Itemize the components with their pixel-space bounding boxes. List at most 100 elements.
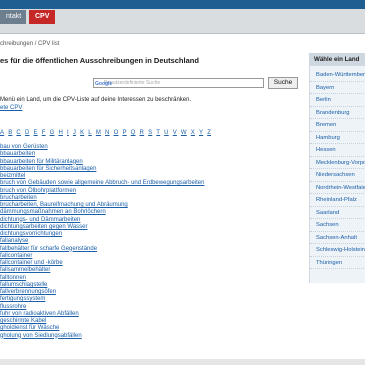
list-item: fertigungssystem bbox=[0, 296, 305, 303]
cpv-item-link[interactable]: bbauarbeiten für Militäranlagen bbox=[0, 159, 83, 165]
alphabet-letter-m[interactable]: M bbox=[96, 130, 101, 136]
cpv-item-link[interactable]: fallumschlagstelle bbox=[0, 282, 47, 288]
cpv-item-link[interactable]: fuhr von radioaktiven Abfällen bbox=[0, 311, 79, 317]
alphabet-letter-c[interactable]: C bbox=[16, 130, 21, 136]
sidebar-item-sachsen[interactable]: Sachsen bbox=[310, 219, 365, 232]
cpv-item-link[interactable]: dämmungsmaßnahmen an Bohrlöchern bbox=[0, 209, 106, 215]
cpv-item-link[interactable]: geschirmte Kabel bbox=[0, 318, 46, 324]
breadcrumb: chreibungen / CPV list bbox=[0, 41, 60, 47]
alphabet-index: ABCDEFGHIJKLMNOPQRSTUVWXYZ bbox=[0, 130, 215, 136]
alphabet-letter-z[interactable]: Z bbox=[207, 130, 211, 136]
sidebar-item-niedersachsen[interactable]: Niedersachsen bbox=[310, 169, 365, 182]
list-item: fallbehälter für scharfe Gegenstände bbox=[0, 246, 305, 253]
list-item: fallcontainer und -körbe bbox=[0, 260, 305, 267]
sidebar-item-baden-w-rttemberg[interactable]: Baden-Württemberg bbox=[310, 69, 365, 82]
list-item: dämmungsmaßnahmen an Bohrlöchern bbox=[0, 209, 305, 216]
alphabet-letter-b[interactable]: B bbox=[8, 130, 12, 136]
alphabet-letter-l[interactable]: L bbox=[88, 130, 92, 136]
tab-cpv[interactable]: CPV bbox=[29, 10, 55, 24]
sidebar-item-bayern[interactable]: Bayern bbox=[310, 82, 365, 94]
cpv-item-link[interactable]: dichtungsarbeiten gegen Wasser bbox=[0, 224, 88, 230]
alphabet-letter-e[interactable]: E bbox=[34, 130, 38, 136]
list-item: flussrohre bbox=[0, 304, 305, 311]
alphabet-letter-r[interactable]: R bbox=[140, 130, 145, 136]
sidebar-item-brandenburg[interactable]: Brandenburg bbox=[310, 107, 365, 119]
cpv-item-link[interactable]: fallanalyse bbox=[0, 238, 28, 244]
cpv-item-link[interactable]: brucharbeiten bbox=[0, 195, 37, 201]
sidebar-item-bremen[interactable]: Bremen bbox=[310, 119, 365, 132]
alphabet-letter-p[interactable]: P bbox=[122, 130, 126, 136]
cpv-item-link[interactable]: fertigungssystem bbox=[0, 296, 45, 302]
tab-kontakt[interactable]: ntakt bbox=[0, 10, 26, 24]
cpv-item-link[interactable]: bbauarbeiten für Sicherheitsanlagen bbox=[0, 166, 96, 172]
list-item: bruch von Gebäuden sowie allgemeine Abbr… bbox=[0, 180, 305, 187]
list-item: dichtungs- und Dämmarbeiten bbox=[0, 217, 305, 224]
cpv-item-link[interactable]: fallbehälter für scharfe Gegenstände bbox=[0, 246, 97, 252]
sidebar-item-schleswig-holstein[interactable]: Schleswig-Holstein bbox=[310, 244, 365, 257]
list-item: fallumschlagstelle bbox=[0, 282, 305, 289]
sidebar-item-mecklenburg-vorpommern[interactable]: Mecklenburg-Vorpommern bbox=[310, 157, 365, 169]
cpv-item-link[interactable]: brucharbeiten, Baureifmachung und Abräum… bbox=[0, 202, 128, 208]
alphabet-letter-k[interactable]: K bbox=[80, 130, 84, 136]
list-item: fallanalyse bbox=[0, 238, 305, 245]
sidebar-item-hessen[interactable]: Hessen bbox=[310, 144, 365, 157]
intro-text: Menü ein Land, um die CPV-Liste auf dein… bbox=[0, 96, 191, 112]
google-logo-icon: Google bbox=[95, 81, 113, 87]
alphabet-letter-i[interactable]: I bbox=[67, 130, 69, 136]
alphabet-letter-t[interactable]: T bbox=[156, 130, 160, 136]
cpv-item-link[interactable]: dichtungs- und Dämmarbeiten bbox=[0, 217, 80, 223]
alphabet-letter-v[interactable]: V bbox=[173, 130, 177, 136]
search-button[interactable]: Suche bbox=[268, 77, 298, 89]
cpv-item-link[interactable]: bau von Gerüsten bbox=[0, 144, 48, 150]
complete-cpv-link[interactable]: ete CPV bbox=[0, 104, 191, 112]
horizontal-scrollbar[interactable] bbox=[0, 359, 365, 365]
alphabet-letter-u[interactable]: U bbox=[164, 130, 169, 136]
search-input[interactable]: Google Benutzerdefinierte Suche bbox=[93, 78, 264, 88]
cpv-item-link[interactable]: fallverbrennungsöfen bbox=[0, 289, 56, 295]
search-placeholder: Benutzerdefinierte Suche bbox=[104, 80, 161, 86]
sidebar-item-nordrhein-westfalen[interactable]: Nordrhein-Westfalen bbox=[310, 182, 365, 194]
cpv-list: bau von Gerüsten bbauarbeiten bbauarbeiten… bbox=[0, 144, 305, 340]
list-item: gholung von Siedlungsabfällen bbox=[0, 333, 305, 340]
cpv-item-link[interactable]: dichtungsvorrichtungen bbox=[0, 231, 62, 237]
alphabet-letter-f[interactable]: F bbox=[42, 130, 46, 136]
cpv-item-link[interactable]: bbauarbeiten bbox=[0, 151, 35, 157]
alphabet-letter-a[interactable]: A bbox=[0, 130, 4, 136]
sidebar-item-th-ringen[interactable]: Thüringen bbox=[310, 257, 365, 269]
sidebar-item-saarland[interactable]: Saarland bbox=[310, 207, 365, 219]
alphabet-letter-y[interactable]: Y bbox=[199, 130, 203, 136]
list-item: dichtungsarbeiten gegen Wasser bbox=[0, 224, 305, 231]
alphabet-letter-o[interactable]: O bbox=[114, 130, 119, 136]
cpv-item-link[interactable]: fallsammelbehälter bbox=[0, 267, 50, 273]
alphabet-letter-h[interactable]: H bbox=[58, 130, 63, 136]
country-sidebar: Wähle ein Land Baden-Württemberg Bayern Be… bbox=[309, 53, 365, 283]
cpv-item-link[interactable]: gholung von Siedlungsabfällen bbox=[0, 333, 82, 339]
alphabet-letter-n[interactable]: N bbox=[105, 130, 110, 136]
top-bar bbox=[0, 0, 365, 9]
alphabet-letter-s[interactable]: S bbox=[148, 130, 152, 136]
list-item: dichtungsvorrichtungen bbox=[0, 231, 305, 238]
list-item: falltonnen bbox=[0, 275, 305, 282]
sidebar-item-sachsen-anhalt[interactable]: Sachsen-Anhalt bbox=[310, 232, 365, 244]
alphabet-letter-j[interactable]: J bbox=[73, 130, 76, 136]
alphabet-letter-x[interactable]: X bbox=[191, 130, 195, 136]
list-item: fallverbrennungsöfen bbox=[0, 289, 305, 296]
list-item: bruch von Ölbohrplattformen bbox=[0, 188, 305, 195]
alphabet-letter-q[interactable]: Q bbox=[131, 130, 136, 136]
alphabet-letter-w[interactable]: W bbox=[181, 130, 187, 136]
list-item: geschirmte Kabel bbox=[0, 318, 305, 325]
cpv-item-link[interactable]: bruch von Gebäuden sowie allgemeine Abbr… bbox=[0, 180, 204, 186]
alphabet-letter-d[interactable]: D bbox=[25, 130, 30, 136]
sidebar-item-rheinland-pfalz[interactable]: Rheinland-Pfalz bbox=[310, 194, 365, 207]
cpv-item-link[interactable]: fallcontainer und -körbe bbox=[0, 260, 63, 266]
cpv-item-link[interactable]: bruch von Ölbohrplattformen bbox=[0, 188, 76, 194]
sidebar-item-berlin[interactable]: Berlin bbox=[310, 94, 365, 107]
cpv-item-link[interactable]: beizmittel bbox=[0, 173, 25, 179]
cpv-item-link[interactable]: falltonnen bbox=[0, 275, 26, 281]
sidebar-item-hamburg[interactable]: Hamburg bbox=[310, 132, 365, 144]
cpv-item-link[interactable]: flussrohre bbox=[0, 304, 26, 310]
cpv-item-link[interactable]: fallcontainer bbox=[0, 253, 32, 259]
alphabet-letter-g[interactable]: G bbox=[50, 130, 55, 136]
cpv-item-link[interactable]: gholdienst für Wäsche bbox=[0, 325, 59, 331]
list-item: beizmittel bbox=[0, 173, 305, 180]
